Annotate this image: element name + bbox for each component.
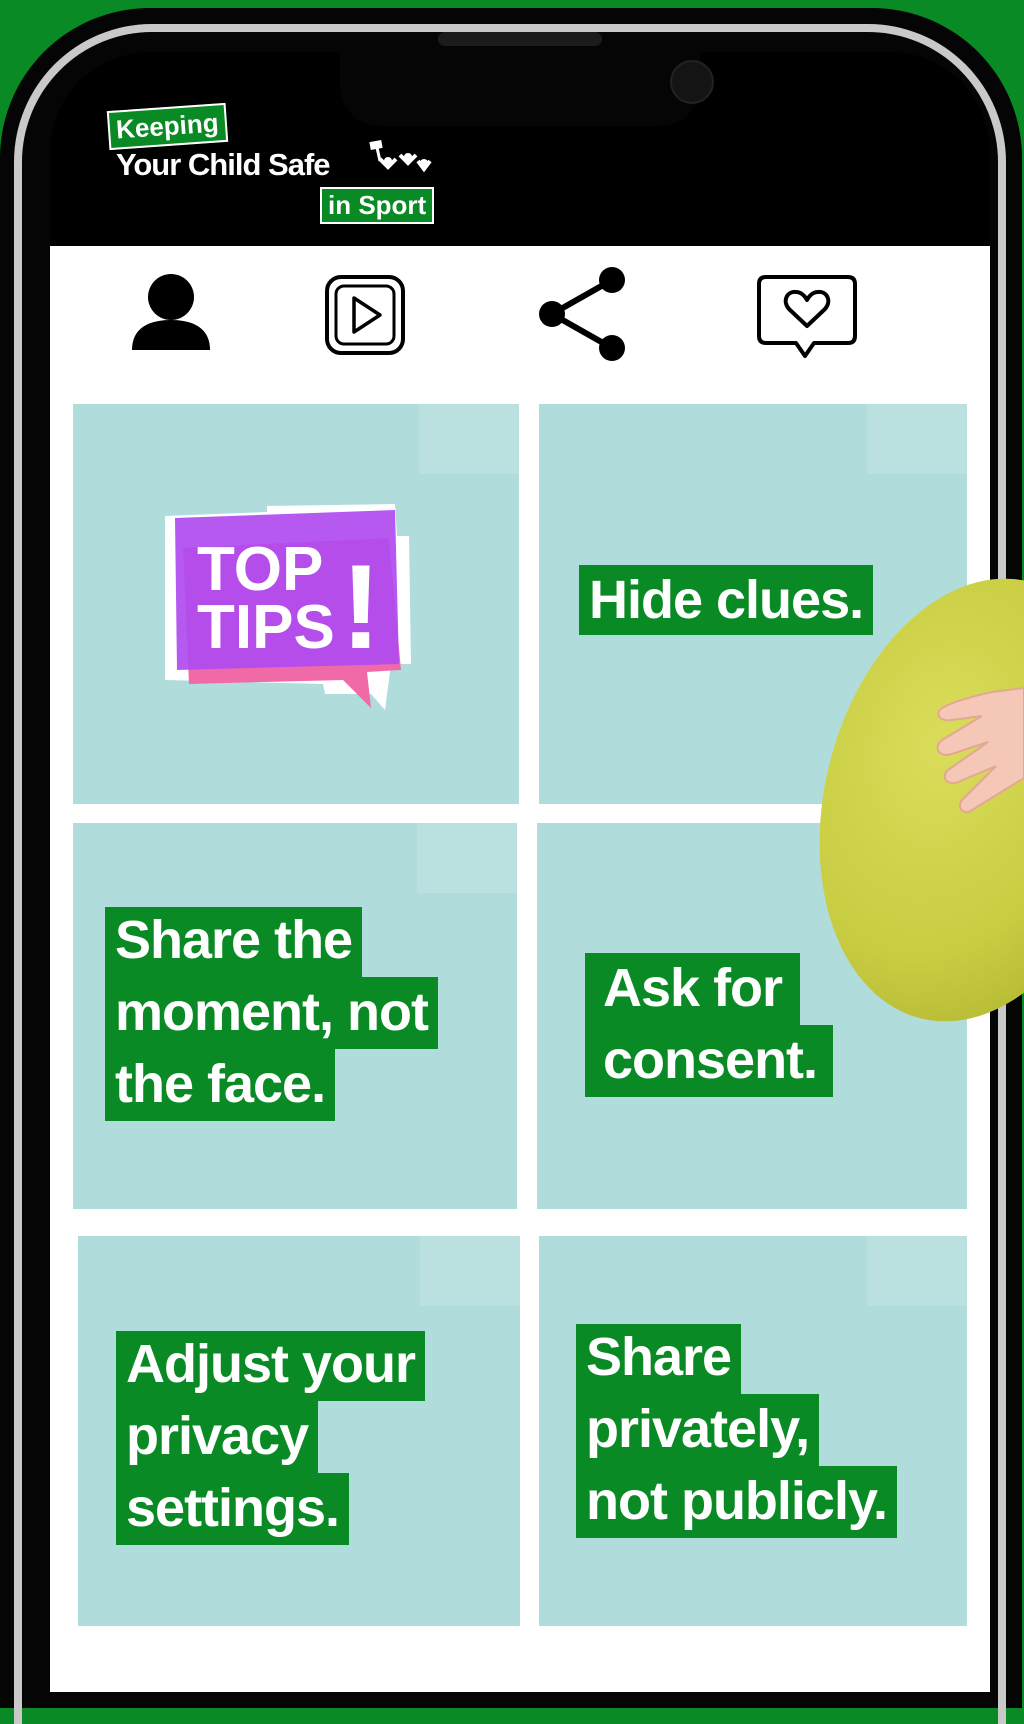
- tile-texture: [417, 823, 517, 893]
- play-icon[interactable]: [324, 274, 406, 356]
- label-line: Ask for: [585, 953, 801, 1025]
- camera-icon: [670, 60, 714, 104]
- tile-texture: [419, 404, 519, 474]
- tile-texture: [867, 404, 967, 474]
- top-tips-badge-icon: TOP TIPS !: [165, 504, 411, 710]
- heart-message-icon[interactable]: [756, 274, 858, 360]
- children-figures-icon: [369, 140, 432, 173]
- label-line: consent.: [585, 1025, 834, 1097]
- tile-label-share-moment: Share the moment, not the face.: [105, 907, 438, 1121]
- brand-keeping: Keeping: [106, 102, 228, 151]
- speaker-grille: [438, 32, 602, 46]
- label-line: Share: [576, 1324, 742, 1394]
- label-line: privacy: [116, 1401, 319, 1473]
- tile-adjust-privacy[interactable]: Adjust your privacy settings.: [78, 1236, 520, 1626]
- tile-label-adjust-privacy: Adjust your privacy settings.: [116, 1331, 426, 1545]
- label-line: the face.: [105, 1049, 336, 1121]
- brand-your-child-safe: Your Child Safe: [116, 147, 331, 182]
- tile-share-moment[interactable]: Share the moment, not the face.: [73, 823, 517, 1209]
- tile-label-ask-consent: Ask for consent.: [585, 953, 834, 1097]
- top-tips-line2: TIPS: [197, 593, 335, 662]
- label-line: not publicly.: [576, 1466, 897, 1538]
- share-icon[interactable]: [536, 266, 626, 362]
- label-line: settings.: [116, 1473, 350, 1545]
- label-line: moment, not: [105, 977, 438, 1049]
- label-line: Adjust your: [116, 1331, 426, 1401]
- tile-top-tips[interactable]: TOP TIPS !: [73, 404, 519, 804]
- tile-label-share-privately: Share privately, not publicly.: [576, 1324, 897, 1538]
- label-line: privately,: [576, 1394, 820, 1466]
- tile-label-hide-clues: Hide clues.: [579, 565, 874, 635]
- brand-logo[interactable]: Keeping Your Child Safe in Sport: [106, 102, 468, 227]
- label-line: Hide clues.: [579, 565, 874, 635]
- top-tips-mark: !: [341, 540, 381, 674]
- tile-texture: [420, 1236, 520, 1306]
- label-line: Share the: [105, 907, 363, 977]
- brand-in-sport: in Sport: [320, 187, 435, 224]
- user-icon[interactable]: [130, 272, 212, 354]
- tile-share-privately[interactable]: Share privately, not publicly.: [539, 1236, 967, 1626]
- tile-texture: [867, 1236, 967, 1306]
- hand-image: [936, 686, 1024, 814]
